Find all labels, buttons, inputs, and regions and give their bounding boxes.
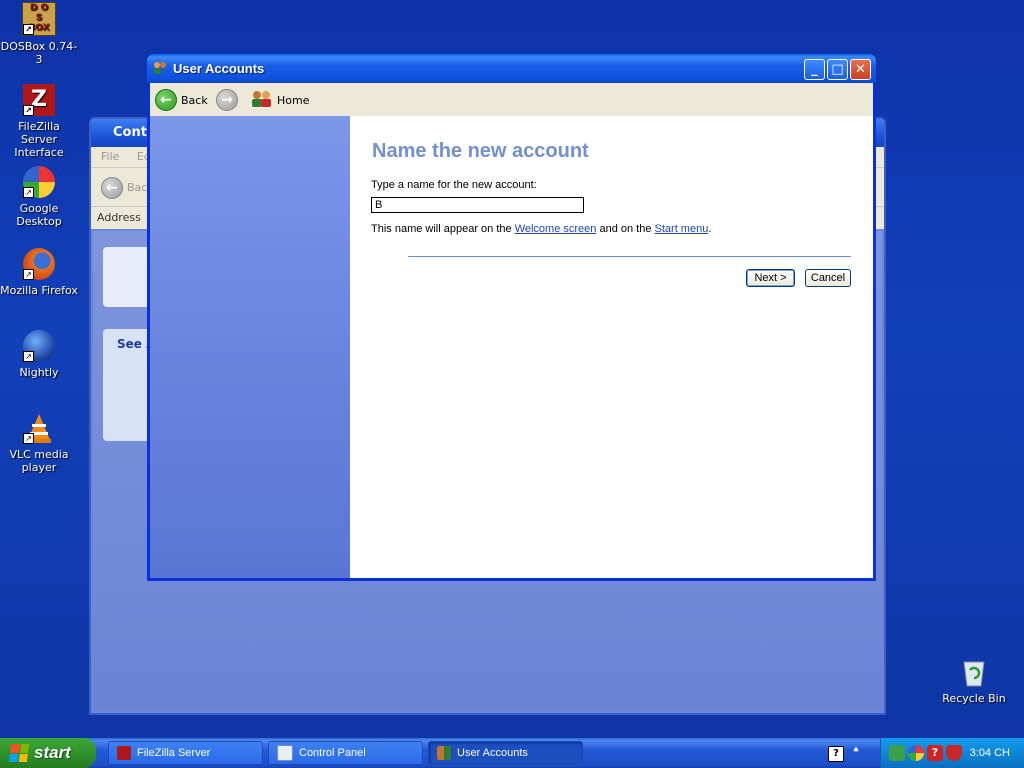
desktop-icon-filezilla[interactable]: Z ↗ FileZilla Server Interface	[0, 84, 79, 159]
taskbar-item-filezilla[interactable]: FileZilla Server	[108, 741, 263, 765]
nightly-icon: ↗	[23, 330, 55, 362]
desktop: D O S BOX ↗ DOSBox 0.74-3 Z ↗ FileZilla Serv…	[0, 0, 1024, 738]
users-icon	[437, 746, 451, 760]
back-label: Back	[181, 93, 208, 107]
control-panel-icon	[277, 745, 293, 761]
users-icon	[153, 61, 167, 75]
taskbar-item-user-accounts[interactable]: User Accounts	[428, 741, 583, 765]
window-title: User Accounts	[173, 61, 265, 76]
user-accounts-content: Name the new account Type a name for the…	[150, 116, 873, 578]
google-desktop-tray-icon[interactable]	[908, 745, 924, 761]
navigation-bar: ← Back → Home	[150, 83, 873, 117]
desktop-icon-firefox[interactable]: ↗ Mozilla Firefox	[0, 248, 79, 297]
forward-arrow-icon: →	[216, 89, 238, 111]
home-button[interactable]: Home	[251, 89, 309, 111]
taskbar-item-label: User Accounts	[457, 747, 528, 759]
account-name-input[interactable]	[371, 197, 584, 213]
google-desktop-icon: ↗	[23, 166, 55, 198]
close-button[interactable]: ✕	[850, 59, 871, 80]
divider	[408, 256, 851, 257]
recycle-bin-icon	[958, 656, 990, 688]
desktop-icon-label: VLC media player	[9, 448, 69, 474]
back-arrow-icon[interactable]: ←	[101, 177, 123, 199]
network-icon[interactable]	[889, 745, 905, 761]
desktop-icon-label: Nightly	[19, 366, 59, 379]
desktop-icon-google-desktop[interactable]: ↗ Google Desktop	[0, 166, 79, 228]
desktop-icon-label: DOSBox 0.74-3	[0, 40, 78, 66]
desktop-icon-recycle-bin[interactable]: Recycle Bin	[934, 656, 1014, 705]
address-label: Address	[97, 211, 141, 224]
taskbar: start FileZilla Server Control Panel Use…	[0, 738, 1024, 768]
help-icon[interactable]: ?	[828, 746, 844, 762]
page-title: Name the new account	[372, 140, 589, 162]
note-suffix: .	[708, 223, 712, 235]
desktop-icon-vlc[interactable]: ↗ VLC media player	[0, 412, 79, 474]
back-arrow-icon: ←	[155, 89, 177, 111]
home-label: Home	[277, 93, 310, 107]
forward-button[interactable]: →	[216, 89, 238, 111]
welcome-screen-link[interactable]: Welcome screen	[515, 223, 597, 235]
note-prefix: This name will appear on the	[371, 223, 515, 235]
chevron-icon[interactable]: ⯅	[852, 745, 860, 756]
taskbar-item-label: FileZilla Server	[137, 747, 211, 759]
start-label: start	[34, 743, 71, 762]
desktop-icon-label: FileZilla Server Interface	[14, 120, 64, 159]
start-menu-link[interactable]: Start menu	[655, 223, 709, 235]
filezilla-icon	[117, 746, 131, 760]
desktop-icon-label: Google Desktop	[16, 202, 62, 228]
clock[interactable]: 3:04 CH	[970, 747, 1010, 759]
minimize-icon: _	[811, 62, 818, 77]
name-note: This name will appear on the Welcome scr…	[371, 223, 711, 235]
system-tray: ? 3:04 CH	[880, 738, 1024, 768]
next-button[interactable]: Next >	[746, 269, 795, 287]
taskbar-item-control-panel[interactable]: Control Panel	[268, 741, 423, 765]
name-prompt-label: Type a name for the new account:	[371, 179, 537, 191]
note-middle: and on the	[596, 223, 655, 235]
taskbar-item-label: Control Panel	[299, 747, 366, 759]
desktop-icon-nightly[interactable]: ↗ Nightly	[0, 330, 79, 379]
windows-logo-icon	[8, 744, 30, 762]
minimize-button[interactable]: _	[804, 59, 825, 80]
cancel-button[interactable]: Cancel	[805, 269, 851, 287]
home-users-icon	[251, 90, 273, 111]
side-pane	[150, 116, 350, 578]
start-button[interactable]: start	[0, 738, 96, 768]
desktop-icon-label: Mozilla Firefox	[0, 284, 78, 297]
maximize-icon: □	[831, 62, 844, 77]
firefox-icon: ↗	[23, 248, 55, 280]
security-shield-icon[interactable]	[946, 745, 962, 761]
close-icon: ✕	[855, 62, 866, 77]
control-panel-back-label: Bac	[127, 181, 148, 194]
desktop-icon-dosbox[interactable]: D O S BOX ↗ DOSBox 0.74-3	[0, 2, 79, 66]
help-tray-icon[interactable]: ?	[927, 745, 943, 761]
desktop-icon-label: Recycle Bin	[942, 692, 1006, 705]
back-button[interactable]: ← Back	[155, 89, 208, 111]
vlc-icon: ↗	[23, 412, 55, 444]
menu-file[interactable]: File	[101, 150, 119, 163]
user-accounts-titlebar[interactable]: User Accounts _ □ ✕	[147, 54, 876, 83]
dosbox-icon: D O S BOX ↗	[22, 2, 56, 36]
maximize-button[interactable]: □	[827, 59, 848, 80]
user-accounts-window[interactable]: User Accounts _ □ ✕ ← Back → Home Name t…	[147, 54, 876, 581]
filezilla-icon: Z ↗	[23, 84, 55, 116]
